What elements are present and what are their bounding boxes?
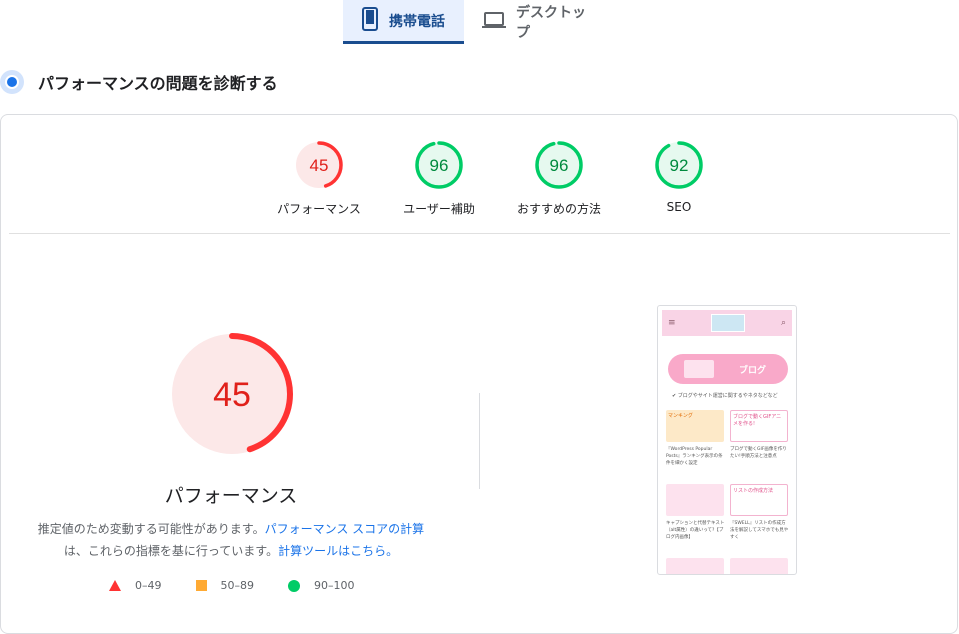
thumbnail: リストの作成方法 (730, 484, 788, 516)
gauge-value: 96 (430, 156, 449, 175)
diagnose-icon (0, 70, 24, 94)
description-text-2: は、これらの指標を基に行っています。 (63, 544, 279, 558)
gauge-ring: 96 (535, 141, 583, 189)
score-legend: 0–49 50–89 90–100 (109, 579, 389, 592)
square-icon (195, 580, 207, 591)
banner-image (684, 360, 714, 378)
legend-fail: 0–49 (109, 579, 162, 592)
gauge-performance[interactable]: 45 パフォーマンス (259, 140, 379, 217)
gauge-ring: 92 (655, 141, 703, 189)
thumbnail (666, 558, 724, 574)
report-card: 45 パフォーマンス 96 ユーザー補助 96 おすすめの方法 92 SEO 4… (0, 114, 958, 634)
gauge-label: SEO (666, 200, 692, 214)
tab-mobile-label: 携帯電話 (389, 13, 445, 30)
score-description: 推定値のため変動する可能性があります。パフォーマンス スコアの計算は、これらの指… (33, 518, 429, 562)
gauge-ring: 96 (415, 141, 463, 189)
legend-range: 90–100 (314, 579, 355, 592)
banner-text: ブログ (738, 365, 766, 376)
search-icon: ⌕ (780, 318, 786, 328)
tab-desktop[interactable]: デスクトップ (464, 0, 604, 44)
gauge-best-practices[interactable]: 96 おすすめの方法 (499, 140, 619, 217)
main-score-label: パフォーマンス (164, 485, 298, 507)
gauge-accessibility[interactable]: 96 ユーザー補助 (379, 140, 499, 217)
gauge-seo[interactable]: 92 SEO (619, 140, 739, 217)
gauge-value: 45 (310, 156, 329, 175)
thumbnail-title: ブログで動くGIFアニメを作る! (733, 414, 782, 427)
caption: ブログで動くGIF画像を作りたい!手順方法と注意点 (730, 447, 787, 459)
gauge-label: パフォーマンス (277, 202, 361, 216)
description-text: 推定値のため変動する可能性があります。 (37, 522, 265, 536)
gauge-value: 96 (550, 156, 569, 175)
section-title: パフォーマンスの問題を診断する (38, 74, 278, 93)
page-screenshot: ≡ ⌕ ブログ ✔ ブログやサイト運営に関するやネタなどなど マンキング ブログ… (657, 305, 797, 575)
calculator-link[interactable]: 計算ツールはこちら。 (278, 544, 398, 558)
screenshot-subtitle: ✔ ブログやサイト運営に関するやネタなどなど (672, 393, 778, 399)
screenshot-banner: ブログ (668, 354, 788, 384)
gauge-label: ユーザー補助 (403, 202, 475, 216)
main-performance-gauge: 45 (171, 333, 293, 455)
caption: 『SWELL』リストの作成方法を解説してスマホでも見やすく (730, 521, 789, 540)
gauge-ring: 45 (295, 141, 343, 189)
thumbnail: マンキング (666, 410, 724, 442)
divider (9, 233, 950, 234)
circle-icon (288, 579, 300, 592)
score-gauges: 45 パフォーマンス 96 ユーザー補助 96 おすすめの方法 92 SEO (259, 140, 739, 217)
gauge-value: 92 (670, 156, 689, 175)
thumbnail (666, 484, 724, 516)
tab-desktop-label: デスクトップ (516, 5, 586, 41)
caption: 『WordPress Popular Posts』ランキング表示の条件を細かく設… (666, 447, 723, 466)
site-logo (711, 314, 746, 332)
legend-pass: 90–100 (288, 579, 355, 592)
laptop-icon (482, 11, 506, 33)
screenshot-header: ≡ ⌕ (662, 310, 792, 336)
thumbnail: ブログで動くGIFアニメを作る! (730, 410, 788, 442)
score-calculation-link[interactable]: パフォーマンス スコアの計算 (265, 522, 425, 536)
section-header: パフォーマンスの問題を診断する (0, 70, 278, 94)
legend-range: 0–49 (135, 579, 162, 592)
thumbnail-title: マンキング (668, 413, 693, 419)
legend-range: 50–89 (220, 579, 255, 592)
gauge-label: おすすめの方法 (516, 202, 601, 216)
menu-icon: ≡ (668, 318, 676, 328)
legend-average: 50–89 (195, 579, 255, 592)
thumbnail-title: リストの作成方法 (733, 488, 774, 494)
mobile-icon (361, 6, 379, 35)
triangle-icon (109, 580, 121, 591)
thumbnail (730, 558, 788, 574)
vertical-divider (479, 393, 480, 489)
caption: キャプションと代替テキスト（alt属性）の違いって?【ブログ内画像】 (666, 521, 725, 540)
device-tabs: 携帯電話 デスクトップ (343, 0, 604, 44)
main-score-value: 45 (213, 376, 251, 414)
tab-mobile[interactable]: 携帯電話 (343, 0, 464, 44)
